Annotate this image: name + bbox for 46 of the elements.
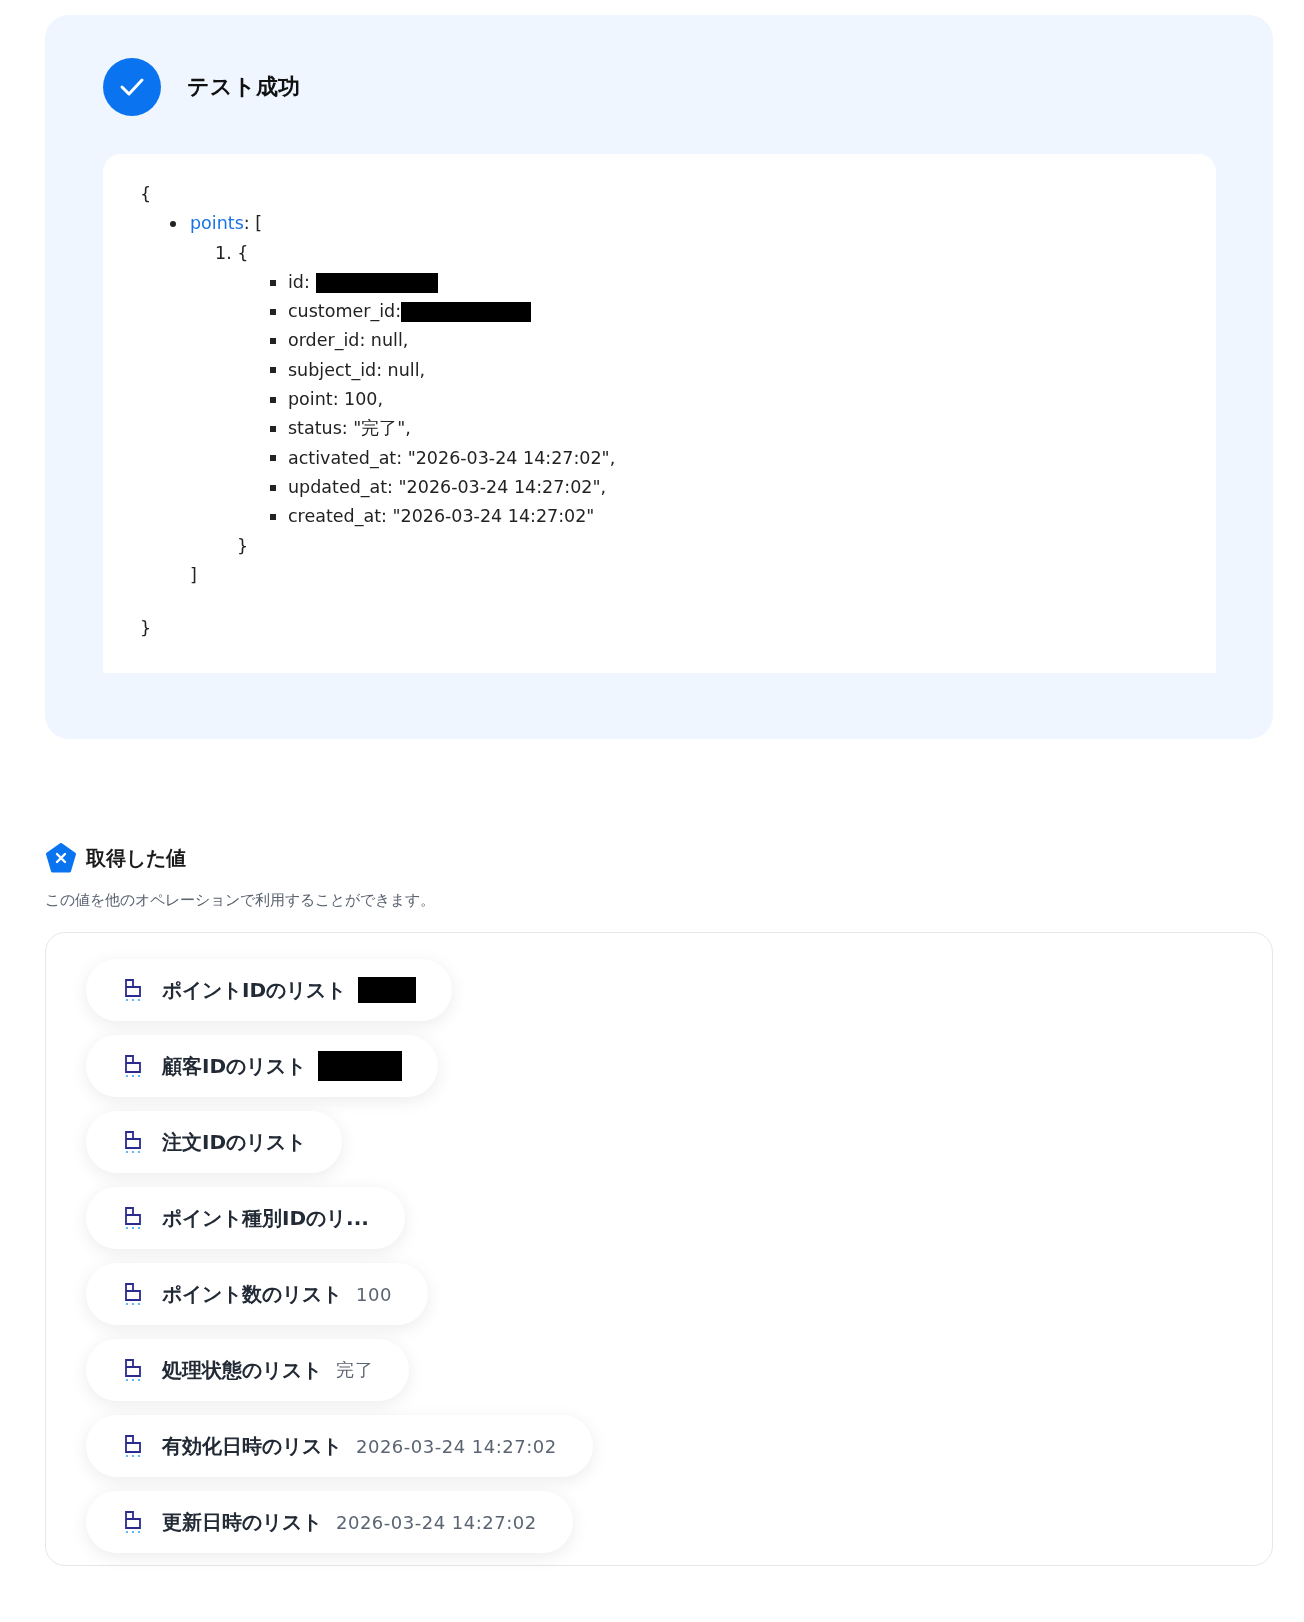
list-icon <box>124 1434 142 1459</box>
list-icon <box>124 1282 142 1307</box>
x-icon <box>45 843 77 874</box>
bullet-icon <box>270 396 276 403</box>
bullet-icon <box>270 513 276 520</box>
code-text: points: [ <box>190 212 263 236</box>
value-chip[interactable]: 更新日時のリスト 2026-03-24 14:27:02 <box>86 1491 573 1554</box>
bullet-icon <box>270 367 276 374</box>
value-chip[interactable]: 注文IDのリスト <box>86 1111 343 1174</box>
list-icon <box>124 1510 142 1535</box>
code-text: 1. { <box>215 241 249 265</box>
bullet-icon <box>270 455 276 462</box>
bullet-icon <box>270 338 276 345</box>
section-title: 取得した値 <box>86 844 186 872</box>
value-chip[interactable]: 顧客IDのリスト <box>86 1035 439 1098</box>
list-icon <box>124 1130 142 1155</box>
value-chip[interactable]: ポイント種別IDのリ... <box>86 1187 405 1250</box>
list-icon <box>124 1358 142 1383</box>
code-text: order_id: null, <box>288 329 409 353</box>
code-text: updated_at: "2026-03-24 14:27:02", <box>288 475 607 500</box>
value-chip[interactable]: 処理状態のリスト 完了 <box>86 1339 409 1402</box>
code-text: { <box>140 183 152 206</box>
code-text: } <box>140 617 152 641</box>
bullet-icon <box>270 484 276 491</box>
list-icon <box>124 1054 142 1079</box>
code-text: customer_id: <box>288 300 402 324</box>
check-icon <box>103 58 161 116</box>
code-text: point: 100, <box>288 388 384 412</box>
list-icon <box>124 978 142 1003</box>
bullet-icon <box>170 220 176 227</box>
bullet-icon <box>270 426 276 432</box>
code-text: ] <box>190 563 197 587</box>
code-text: } <box>237 534 249 558</box>
value-chip[interactable]: ポイント数のリスト 100 <box>86 1263 428 1326</box>
result-title: テスト成功 <box>187 73 300 101</box>
code-text: status: "完了", <box>288 417 411 441</box>
code-text: created_at: "2026-03-24 14:27:02" <box>288 505 595 529</box>
bullet-icon <box>270 308 276 315</box>
code-text: id: <box>288 270 310 294</box>
section-description: この値を他のオペレーションで利用することができます。 <box>45 891 436 911</box>
code-text: activated_at: "2026-03-24 14:27:02", <box>288 446 616 471</box>
bullet-icon <box>270 279 276 286</box>
value-chip[interactable]: ポイントIDのリスト <box>86 959 453 1022</box>
value-chip[interactable]: 有効化日時のリスト 2026-03-24 14:27:02 <box>86 1415 593 1478</box>
code-text: subject_id: null, <box>288 358 426 383</box>
list-icon <box>124 1206 142 1231</box>
